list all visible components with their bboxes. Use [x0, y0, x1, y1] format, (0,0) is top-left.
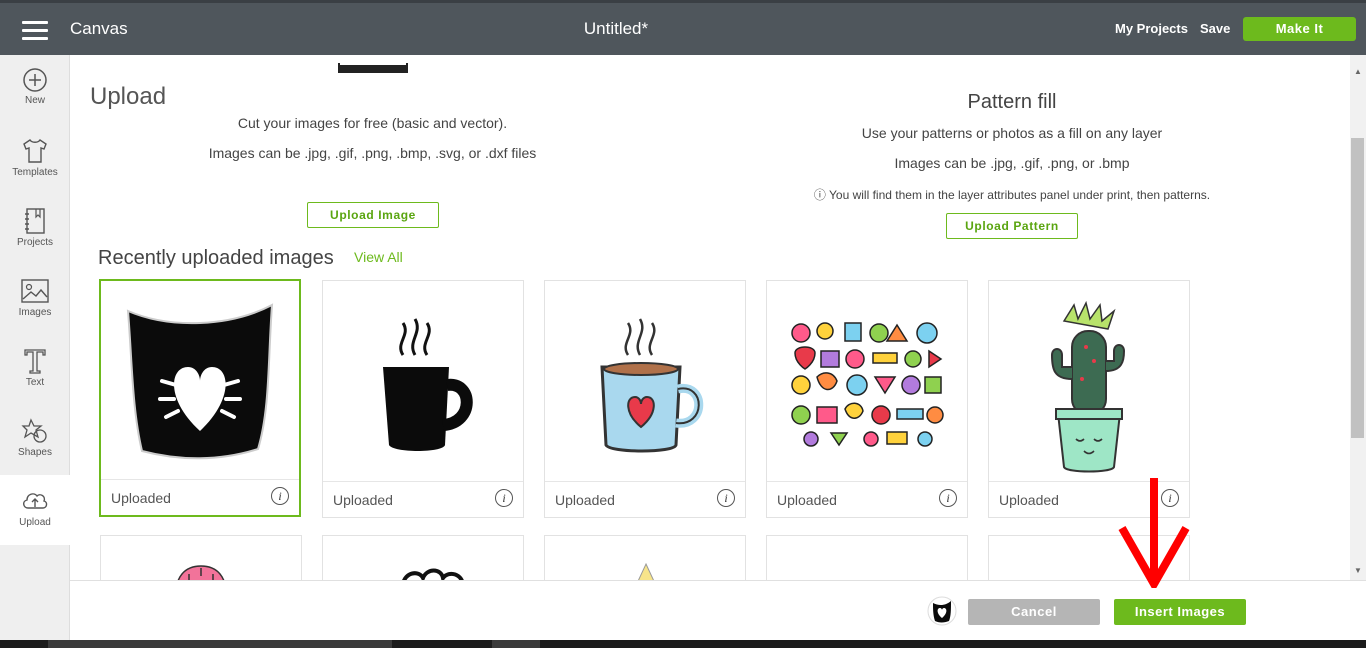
selected-image-preview: [927, 596, 957, 626]
card-footer: Uploaded i: [545, 481, 745, 517]
image-thumbnail: [767, 281, 967, 481]
tshirt-icon: [23, 139, 47, 163]
uploaded-image-card[interactable]: [100, 535, 302, 580]
card-footer: Uploaded i: [101, 479, 299, 515]
pink-flower-partial-image: [177, 565, 225, 580]
card-caption: Uploaded: [555, 492, 615, 508]
uploaded-image-card[interactable]: Uploaded i: [544, 280, 746, 518]
uploaded-image-card[interactable]: [544, 535, 746, 580]
doodle-sticker-sheet-image: [787, 319, 947, 449]
cancel-button[interactable]: Cancel: [968, 599, 1100, 625]
uploaded-image-card[interactable]: [766, 535, 968, 580]
partial-image-fragment: [338, 63, 408, 73]
upload-image-button[interactable]: Upload Image: [307, 202, 439, 228]
plus-circle-icon: [23, 68, 47, 92]
sidebar-item-text[interactable]: Text: [0, 335, 70, 405]
make-it-button[interactable]: Make It: [1243, 17, 1356, 41]
card-caption: Uploaded: [999, 492, 1059, 508]
card-caption: Uploaded: [777, 492, 837, 508]
notebook-icon: [25, 208, 45, 234]
pattern-note: ⓘ You will find them in the layer attrib…: [813, 188, 1211, 202]
uploaded-image-card[interactable]: [322, 535, 524, 580]
sidebar-item-upload[interactable]: Upload: [0, 475, 70, 545]
sidebar-item-projects[interactable]: Projects: [0, 195, 70, 265]
uploaded-image-card[interactable]: Uploaded i: [322, 280, 524, 518]
scroll-up-arrow-icon[interactable]: ▲: [1352, 66, 1364, 78]
sidebar-item-templates[interactable]: Templates: [0, 125, 70, 195]
yellow-triangle-partial-image: [638, 562, 654, 580]
sidebar-item-images[interactable]: Images: [0, 265, 70, 335]
card-caption: Uploaded: [111, 490, 171, 506]
pattern-fill-heading: Pattern fill: [967, 91, 1057, 113]
shapes-icon: [21, 418, 47, 443]
left-sidebar: New Templates Projects Images Text Shape…: [0, 55, 70, 648]
insert-images-button[interactable]: Insert Images: [1114, 599, 1246, 625]
sidebar-item-label: Shapes: [18, 447, 52, 458]
scrollbar-thumb[interactable]: [1351, 138, 1364, 438]
upload-file-types: Images can be .jpg, .gif, .png, .bmp, .s…: [208, 145, 537, 161]
info-icon[interactable]: i: [271, 487, 289, 505]
sidebar-item-label: Text: [25, 377, 45, 388]
card-footer: Uploaded i: [323, 481, 523, 517]
uploaded-image-card[interactable]: Uploaded i: [766, 280, 968, 518]
image-icon: [21, 279, 49, 303]
sidebar-item-label: New: [24, 95, 45, 106]
card-footer: Uploaded i: [767, 481, 967, 517]
sidebar-item-label: Projects: [16, 237, 54, 248]
os-taskbar: [0, 640, 1366, 648]
sidebar-item-label: Templates: [12, 167, 58, 178]
uploaded-image-card[interactable]: Uploaded i: [99, 279, 301, 517]
sidebar-item-label: Images: [18, 307, 52, 318]
black-coffee-mug-image: [383, 318, 473, 451]
image-thumbnail: [101, 281, 299, 481]
info-icon[interactable]: i: [939, 489, 957, 507]
red-down-arrow-annotation: [1118, 478, 1190, 588]
cactus-in-pot-image: [1050, 300, 1126, 473]
info-icon[interactable]: i: [717, 489, 735, 507]
blue-coffee-mug-heart-image: [600, 318, 704, 453]
scroll-down-arrow-icon[interactable]: ▼: [1352, 565, 1364, 577]
sidebar-item-new[interactable]: New: [0, 55, 70, 125]
sidebar-item-label: Upload: [19, 517, 51, 528]
view-all-link[interactable]: View All: [354, 249, 403, 265]
save-link[interactable]: Save: [1200, 21, 1230, 36]
black-scallop-partial-image: [402, 568, 464, 580]
upload-pattern-button[interactable]: Upload Pattern: [946, 213, 1078, 239]
sidebar-item-shapes[interactable]: Shapes: [0, 405, 70, 475]
document-title[interactable]: Untitled*: [0, 19, 1232, 39]
image-thumbnail: [989, 281, 1189, 481]
black-heart-bag-image: [126, 303, 274, 460]
card-caption: Uploaded: [333, 492, 393, 508]
pattern-description: Use your patterns or photos as a fill on…: [861, 125, 1163, 141]
upload-heading: Upload: [90, 83, 167, 110]
upload-description: Cut your images for free (basic and vect…: [237, 115, 508, 131]
text-t-icon: [24, 349, 46, 374]
cloud-upload-icon: [23, 493, 48, 509]
image-thumbnail: [323, 281, 523, 481]
top-bar: Canvas Untitled* My Projects Save Make I…: [0, 0, 1366, 55]
image-thumbnail: [545, 281, 745, 481]
my-projects-link[interactable]: My Projects: [1115, 21, 1188, 36]
recent-uploads-heading: Recently uploaded images: [98, 247, 334, 269]
pattern-file-types: Images can be .jpg, .gif, .png, or .bmp: [894, 155, 1130, 171]
bottom-action-bar: Cancel Insert Images: [70, 580, 1366, 640]
info-icon[interactable]: i: [495, 489, 513, 507]
